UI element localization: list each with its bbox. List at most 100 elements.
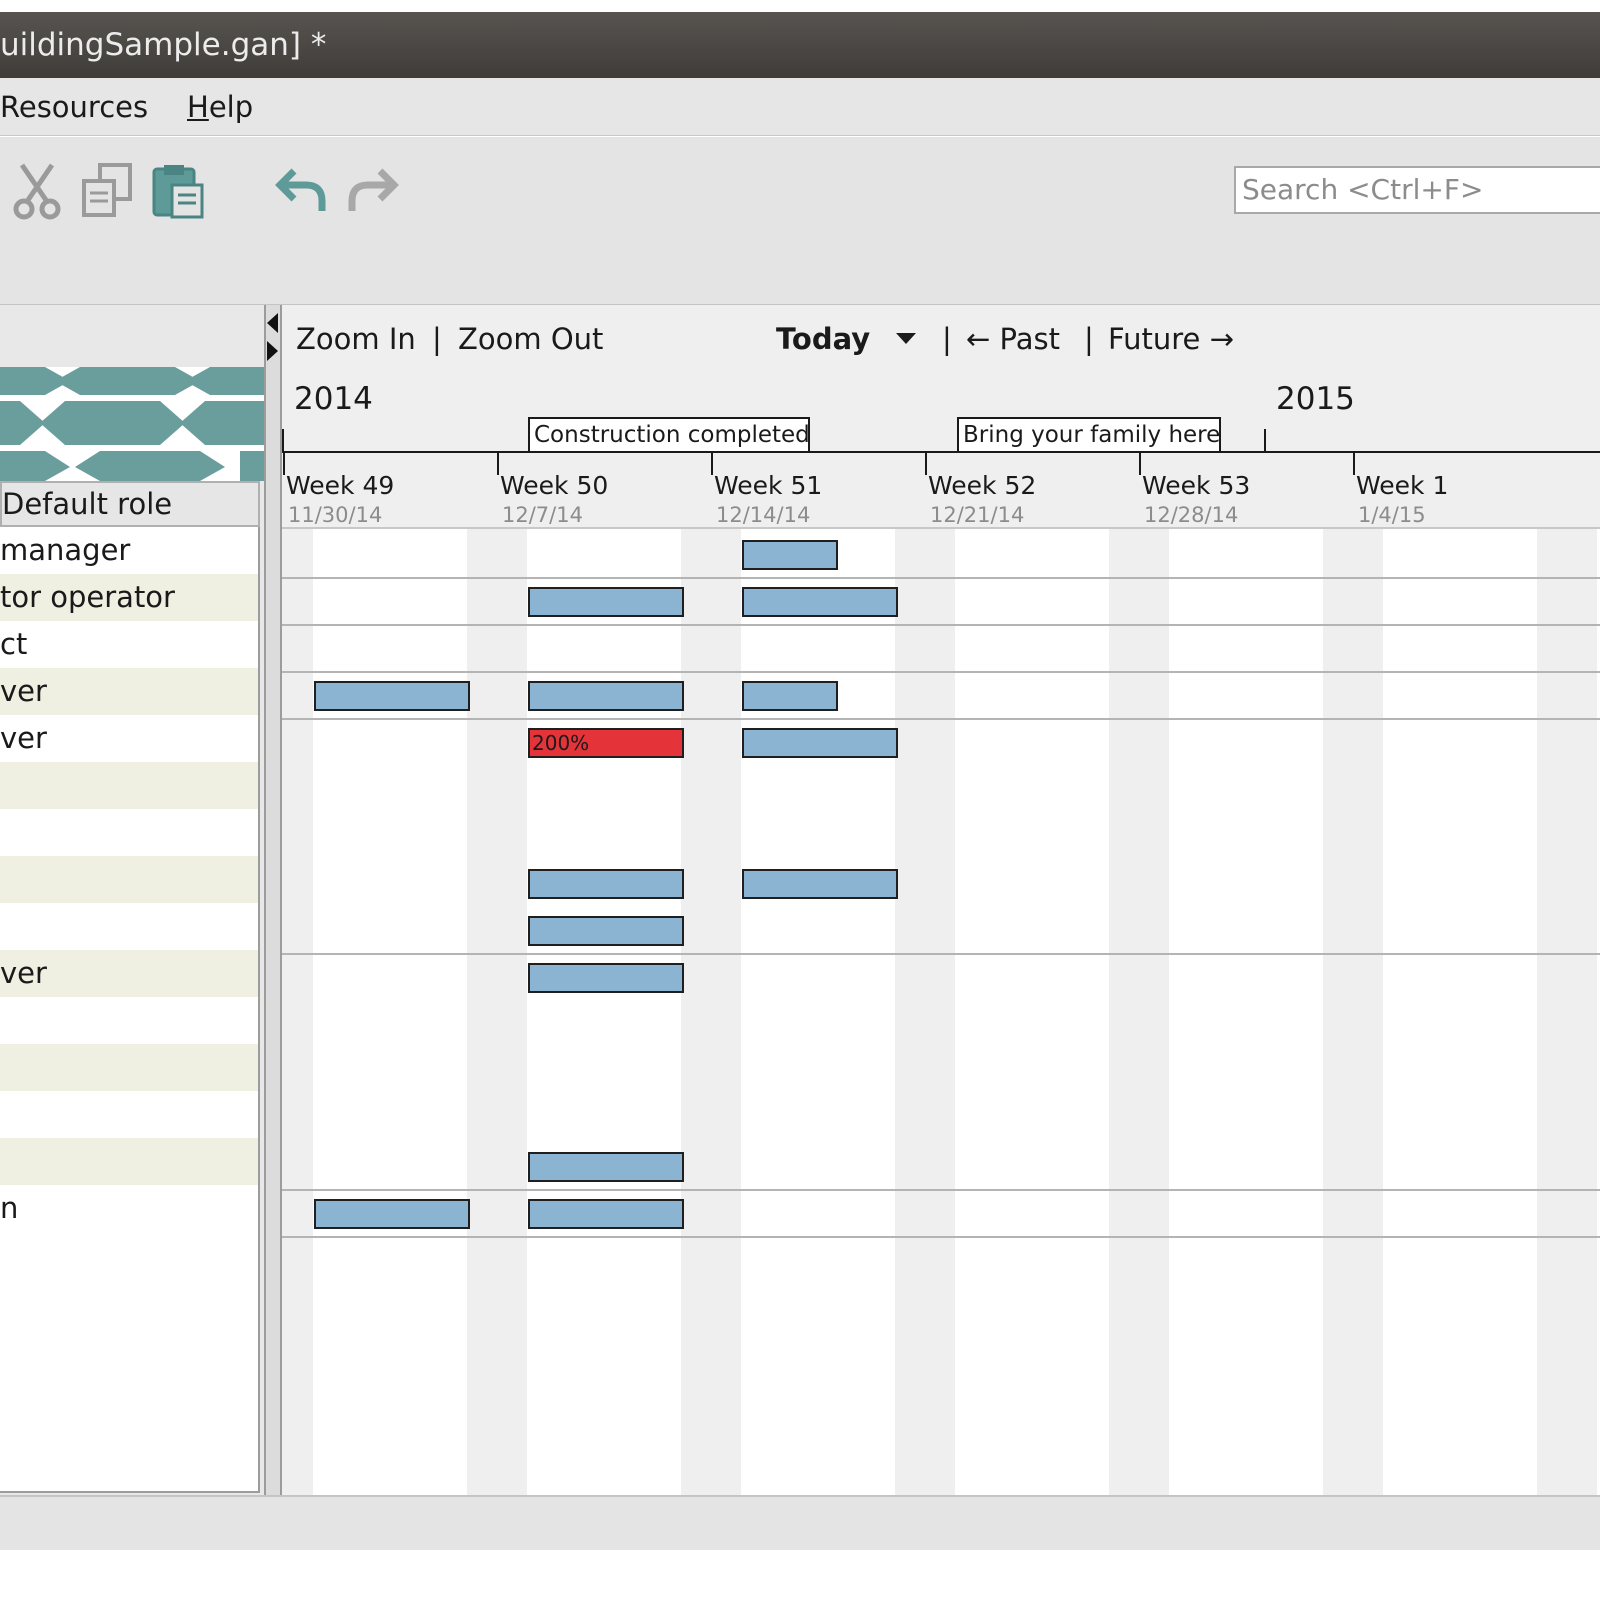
menu-bar: Resources Help: [0, 78, 1600, 136]
resource-chart: Zoom In | Zoom Out Today | ← Past | Futu…: [280, 305, 1600, 1495]
load-bar[interactable]: [528, 587, 684, 617]
load-bar[interactable]: [528, 1199, 684, 1229]
resource-row[interactable]: [0, 856, 258, 903]
week-date: 12/21/14: [930, 503, 1025, 527]
resource-load-grid: 200%: [282, 529, 1600, 1495]
zoom-out-link[interactable]: Zoom Out: [458, 305, 603, 373]
load-bar[interactable]: [528, 869, 684, 899]
milestone-construction-completed[interactable]: Construction completed: [528, 417, 810, 451]
resource-row[interactable]: [0, 762, 258, 809]
row-separator: [282, 1236, 1600, 1238]
load-bar[interactable]: [742, 587, 898, 617]
weekend-column: [467, 529, 527, 1495]
load-bar[interactable]: [742, 681, 838, 711]
nav-separator: |: [942, 322, 952, 356]
load-bar[interactable]: [742, 540, 838, 570]
weekend-column: [1537, 529, 1597, 1495]
resource-row[interactable]: ver: [0, 668, 258, 715]
redo-icon[interactable]: [342, 161, 402, 221]
load-bar[interactable]: [528, 916, 684, 946]
nav-separator: |: [1084, 322, 1094, 356]
paste-icon[interactable]: [148, 161, 208, 221]
week-tick: [925, 453, 927, 475]
zoom-in-link[interactable]: Zoom In: [296, 305, 416, 373]
weekend-column: [282, 529, 312, 1495]
week-date: 12/7/14: [502, 503, 583, 527]
panel-splitter[interactable]: [266, 305, 280, 1495]
week-date: 11/30/14: [288, 503, 383, 527]
resource-row[interactable]: ver: [0, 950, 258, 997]
column-header-default-role[interactable]: Default role: [0, 481, 260, 527]
week-label: Week 52: [928, 471, 1037, 500]
resource-row[interactable]: [0, 1091, 258, 1138]
row-separator: [282, 577, 1600, 579]
week-tick: [1353, 453, 1355, 475]
timeline-header: 2014 2015 Construction completed Bring y…: [282, 373, 1600, 529]
resource-row[interactable]: ct: [0, 621, 258, 668]
resource-row[interactable]: tor operator: [0, 574, 258, 621]
resource-row[interactable]: [0, 997, 258, 1044]
weekend-column: [1323, 529, 1383, 1495]
ganttproject-logo: [0, 367, 264, 481]
week-tick: [497, 453, 499, 475]
resource-row[interactable]: manager: [0, 527, 258, 574]
weekend-column: [1109, 529, 1169, 1495]
weekend-column: [895, 529, 955, 1495]
load-bar[interactable]: [742, 869, 898, 899]
load-bar[interactable]: [314, 681, 470, 711]
load-bar[interactable]: [528, 1152, 684, 1182]
row-separator: [282, 624, 1600, 626]
year-label: 2014: [294, 381, 373, 417]
today-dropdown-icon[interactable]: [896, 331, 916, 345]
weekend-column: [681, 529, 741, 1495]
week-label: Week 50: [500, 471, 609, 500]
undo-icon[interactable]: [272, 161, 332, 221]
collapse-left-arrow-icon[interactable]: [267, 313, 278, 333]
copy-icon[interactable]: [78, 161, 138, 221]
menu-help[interactable]: Help: [187, 78, 253, 136]
today-button[interactable]: Today: [776, 305, 870, 373]
search-input[interactable]: Search <Ctrl+F>: [1234, 166, 1600, 214]
cut-icon[interactable]: [8, 161, 68, 221]
nav-separator: |: [432, 322, 442, 356]
week-label: Week 51: [714, 471, 823, 500]
resource-row[interactable]: ver: [0, 715, 258, 762]
resource-list: manager tor operator ct ver ver ver n: [0, 527, 260, 1493]
row-separator: [282, 1189, 1600, 1191]
row-separator: [282, 671, 1600, 673]
resource-row[interactable]: n: [0, 1185, 258, 1232]
week-tick: [711, 453, 713, 475]
year-tick: [1264, 429, 1266, 451]
week-tick: [1139, 453, 1141, 475]
resource-row[interactable]: [0, 1044, 258, 1091]
toolbar: [0, 137, 1600, 305]
future-link[interactable]: Future →: [1108, 305, 1234, 373]
row-separator: [282, 718, 1600, 720]
status-bar: [0, 1495, 1600, 1550]
week-date: 1/4/15: [1358, 503, 1426, 527]
past-link[interactable]: ← Past: [966, 305, 1060, 373]
load-bar[interactable]: [528, 963, 684, 993]
week-date: 12/14/14: [716, 503, 811, 527]
row-separator: [282, 953, 1600, 955]
week-label: Week 1: [1356, 471, 1449, 500]
expand-right-arrow-icon[interactable]: [267, 341, 278, 361]
load-bar[interactable]: [528, 681, 684, 711]
window-title-bar: uildingSample.gan] *: [0, 12, 1600, 78]
timeline-axis: [282, 451, 1600, 453]
resource-row[interactable]: [0, 903, 258, 950]
milestone-bring-family[interactable]: Bring your family here: [957, 417, 1221, 451]
overload-bar[interactable]: 200%: [528, 728, 684, 758]
year-label: 2015: [1276, 381, 1355, 417]
resource-row[interactable]: [0, 1138, 258, 1185]
window-title: uildingSample.gan] *: [0, 27, 327, 63]
chart-navigation: Zoom In | Zoom Out Today | ← Past | Futu…: [282, 305, 1600, 373]
week-label: Week 53: [1142, 471, 1251, 500]
resource-row[interactable]: [0, 809, 258, 856]
menu-resources[interactable]: Resources: [0, 78, 148, 136]
year-tick: [282, 429, 284, 451]
load-bar[interactable]: [314, 1199, 470, 1229]
load-bar[interactable]: [742, 728, 898, 758]
resource-panel-header: [0, 305, 264, 367]
week-date: 12/28/14: [1144, 503, 1239, 527]
